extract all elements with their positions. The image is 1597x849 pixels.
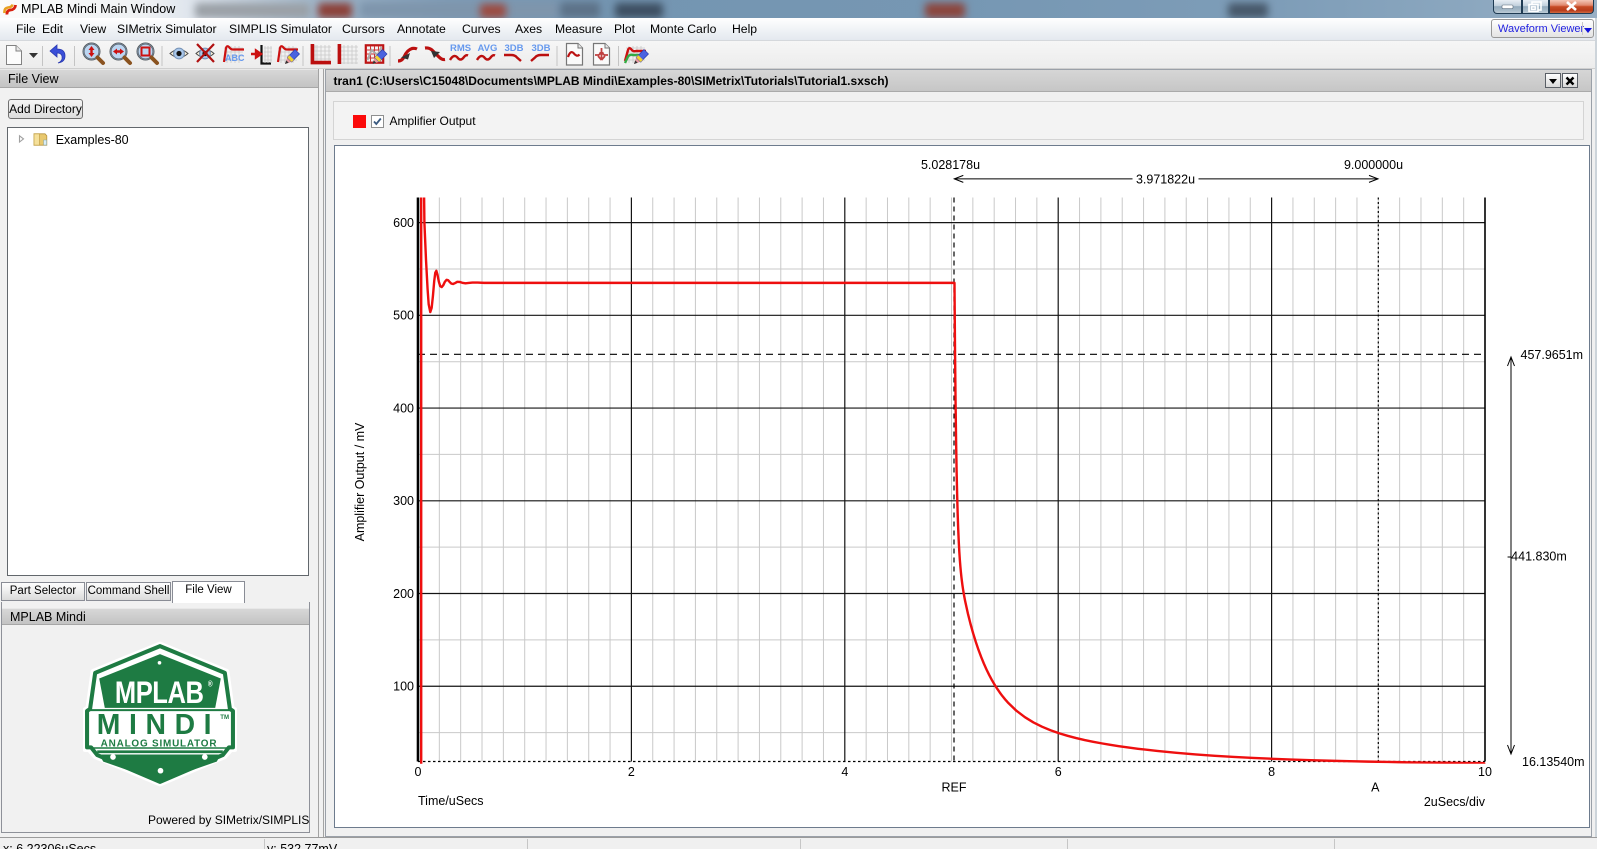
svg-text:Amplifier Output / mV: Amplifier Output / mV (353, 422, 367, 541)
svg-text:16.13540m: 16.13540m (1522, 755, 1585, 769)
svg-text:2uSecs/div: 2uSecs/div (1423, 795, 1485, 809)
svg-text:RMS: RMS (450, 43, 471, 54)
svg-text:Time/uSecs: Time/uSecs (418, 794, 484, 808)
svg-text:6: 6 (1054, 765, 1061, 779)
svg-text:600: 600 (393, 216, 414, 230)
svg-text:MPLAB: MPLAB (115, 675, 204, 710)
svg-text:457.9651m: 457.9651m (1520, 348, 1583, 362)
svg-text:100: 100 (393, 680, 414, 694)
svg-text:300: 300 (393, 494, 414, 508)
svg-text:3DB: 3DB (532, 43, 551, 54)
svg-text:2: 2 (627, 765, 634, 779)
svg-text:Examples-80: Examples-80 (56, 132, 129, 146)
svg-text:TM: TM (220, 715, 229, 721)
svg-text:MINDI: MINDI (97, 709, 220, 741)
svg-text:500: 500 (393, 309, 414, 323)
svg-text:3DB: 3DB (505, 43, 524, 54)
svg-text:AVG: AVG (478, 43, 498, 54)
svg-text:5.028178u: 5.028178u (920, 158, 979, 172)
svg-text:®: ® (208, 678, 213, 688)
svg-text:200: 200 (393, 587, 414, 601)
svg-text:4: 4 (841, 765, 848, 779)
svg-text:-441.830m: -441.830m (1507, 549, 1567, 563)
svg-text:0: 0 (414, 765, 421, 779)
svg-text:3.971822u: 3.971822u (1135, 172, 1194, 186)
svg-text:8: 8 (1268, 765, 1275, 779)
svg-text:10: 10 (1478, 765, 1492, 779)
svg-text:REF: REF (941, 781, 966, 795)
svg-text:400: 400 (393, 401, 414, 415)
svg-text:ABC: ABC (225, 53, 245, 63)
svg-text:9.000000u: 9.000000u (1343, 158, 1402, 172)
svg-text:A: A (1371, 781, 1380, 795)
